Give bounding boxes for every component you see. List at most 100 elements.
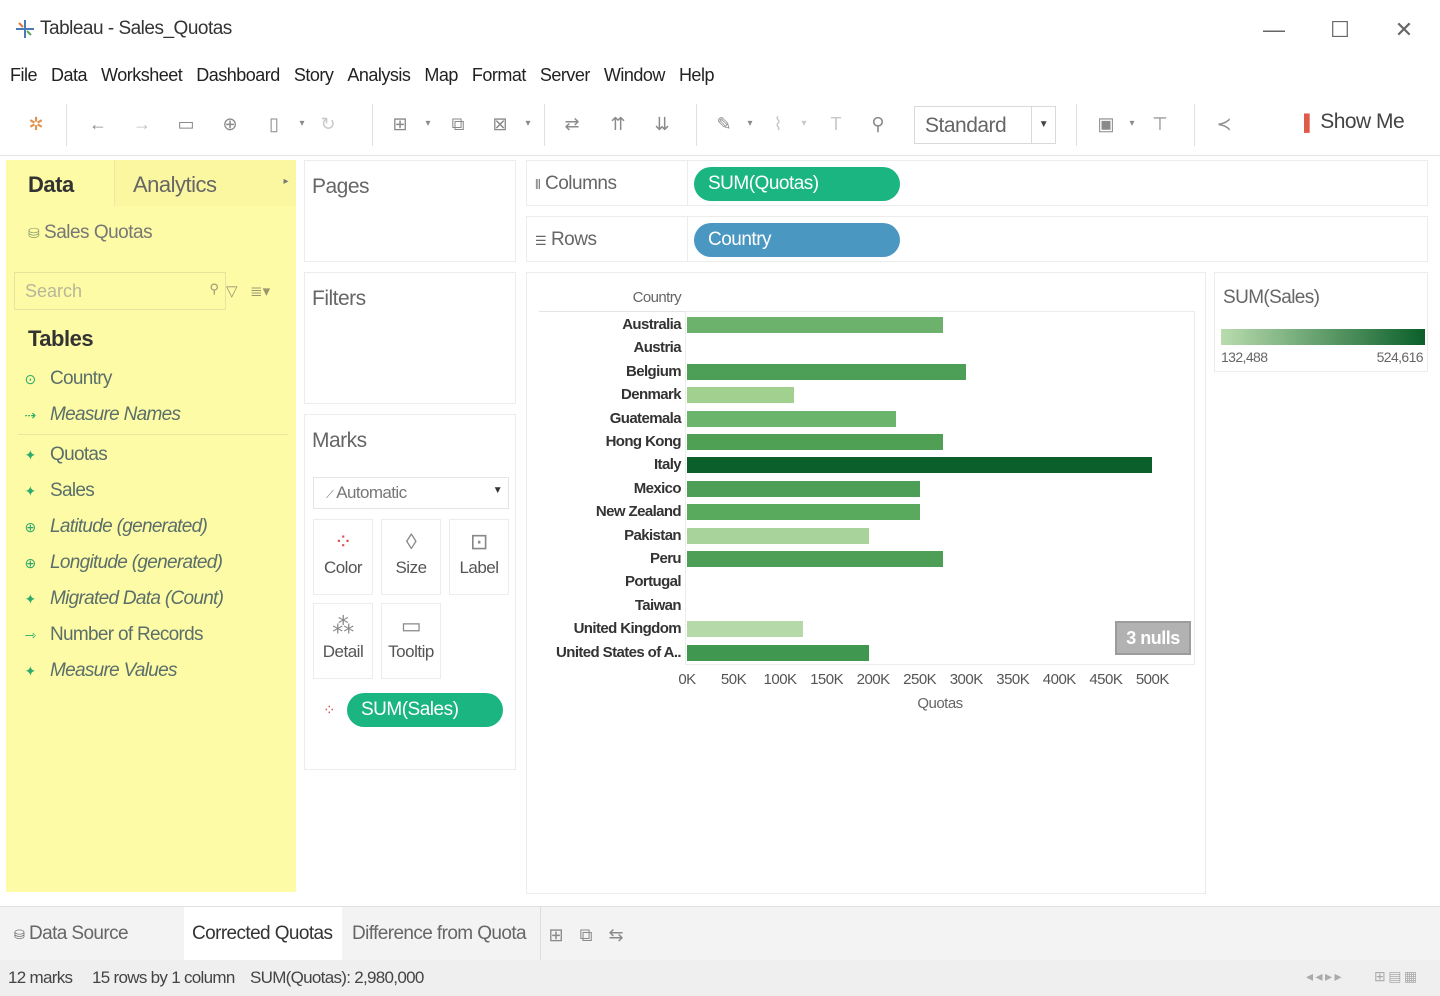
view-options-icon[interactable]: ≣▾ xyxy=(250,282,270,300)
field-migrated-data[interactable]: ✦ Migrated Data (Count) xyxy=(22,588,223,610)
datasource-item[interactable]: ⛁ Sales Quotas xyxy=(28,222,153,244)
field-latitude[interactable]: ⊕ Latitude (generated) xyxy=(22,516,207,538)
sum-quotas-pill[interactable]: SUM(Quotas) xyxy=(694,167,900,201)
color-legend[interactable]: SUM(Sales) 132,488 524,616 xyxy=(1214,272,1428,372)
sheet-nav-icons[interactable]: ◂ ◂ ▸ ▸ xyxy=(1306,968,1342,985)
row-label[interactable]: Austria xyxy=(531,339,682,356)
mark-type-select[interactable]: ⟋ Automatic ▼ xyxy=(313,477,509,509)
nulls-indicator[interactable]: 3 nulls xyxy=(1115,621,1191,655)
undo-icon[interactable]: ← xyxy=(86,112,110,136)
bar[interactable] xyxy=(687,363,967,380)
highlight-icon[interactable]: ✎ xyxy=(712,112,736,136)
row-label[interactable]: Italy xyxy=(531,456,682,473)
chevron-down-icon[interactable]: ▼ xyxy=(1031,107,1055,143)
menu-analysis[interactable]: Analysis xyxy=(347,65,411,86)
swap-icon[interactable]: ⇄ xyxy=(560,112,584,136)
pages-shelf[interactable]: Pages xyxy=(304,160,516,262)
tab-data[interactable]: Data xyxy=(6,160,112,206)
marks-label-button[interactable]: ⊡ Label xyxy=(449,519,509,595)
field-measure-names[interactable]: ⇢ Measure Names xyxy=(22,404,181,426)
row-label[interactable]: Taiwan xyxy=(531,597,682,614)
row-label[interactable]: Peru xyxy=(531,550,682,567)
menu-dashboard[interactable]: Dashboard xyxy=(196,65,280,86)
sort-ascending-icon[interactable]: ⇈ xyxy=(606,112,630,136)
bar[interactable] xyxy=(687,644,869,661)
menu-server[interactable]: Server xyxy=(540,65,591,86)
tab-corrected-quotas[interactable]: Corrected Quotas xyxy=(184,907,342,961)
row-label[interactable]: Hong Kong xyxy=(531,433,682,450)
row-label[interactable]: United Kingdom xyxy=(531,620,682,637)
marks-size-button[interactable]: ◊ Size xyxy=(381,519,441,595)
menu-story[interactable]: Story xyxy=(294,65,334,86)
presentation-icon[interactable]: ⊤ xyxy=(1148,112,1172,136)
menu-data[interactable]: Data xyxy=(51,65,88,86)
new-story-icon[interactable]: ⇆ xyxy=(604,923,628,947)
row-label[interactable]: Denmark xyxy=(531,386,682,403)
tab-data-source[interactable]: ⛁ Data Source xyxy=(6,907,136,961)
field-quotas[interactable]: ✦ Quotas xyxy=(22,444,107,466)
bar[interactable] xyxy=(687,410,897,427)
row-label[interactable]: Belgium xyxy=(531,363,682,380)
bar[interactable] xyxy=(687,457,1153,474)
tab-difference-from-quota[interactable]: Difference from Quota xyxy=(344,907,534,961)
marks-tooltip-button[interactable]: ▭ Tooltip xyxy=(381,603,441,679)
tab-analytics[interactable]: Analytics ▸ xyxy=(114,160,296,206)
chevron-down-icon[interactable]: ▼ xyxy=(493,485,503,496)
new-worksheet-icon[interactable]: ⊞ xyxy=(544,923,568,947)
sum-sales-pill[interactable]: SUM(Sales) xyxy=(347,693,503,727)
search-input[interactable]: Search ⚲ xyxy=(14,272,226,310)
filters-shelf[interactable]: Filters xyxy=(304,272,516,404)
show-me-button[interactable]: ▌ Show Me xyxy=(1304,110,1405,134)
clear-sheet-icon[interactable]: ⊠ xyxy=(488,112,512,136)
highlight-dropdown-icon[interactable]: ▾ xyxy=(738,112,762,136)
share-icon[interactable]: ≺ xyxy=(1212,112,1236,136)
menu-map[interactable]: Map xyxy=(424,65,458,86)
country-pill[interactable]: Country xyxy=(694,223,900,257)
row-label[interactable]: Guatemala xyxy=(531,410,682,427)
bar[interactable] xyxy=(687,527,869,544)
row-label[interactable]: Portugal xyxy=(531,573,682,590)
new-worksheet-dropdown-icon[interactable]: ▾ xyxy=(416,112,440,136)
field-number-of-records[interactable]: ⇾ Number of Records xyxy=(22,624,203,646)
bar[interactable] xyxy=(687,551,943,567)
marks-color-button[interactable]: ⁘ Color xyxy=(313,519,373,595)
pause-dropdown-icon[interactable]: ▾ xyxy=(290,112,314,136)
row-label[interactable]: Pakistan xyxy=(531,527,682,544)
bar[interactable] xyxy=(687,504,920,521)
row-label[interactable]: New Zealand xyxy=(531,503,682,520)
tableau-home-icon[interactable]: ✲ xyxy=(24,112,48,136)
duplicate-icon[interactable]: ⧉ xyxy=(446,112,470,136)
menu-format[interactable]: Format xyxy=(472,65,527,86)
row-label[interactable]: Mexico xyxy=(531,480,682,497)
menu-worksheet[interactable]: Worksheet xyxy=(101,65,183,86)
sort-descending-icon[interactable]: ⇊ xyxy=(650,112,674,136)
cards-dropdown-icon[interactable]: ▾ xyxy=(1120,112,1144,136)
menu-file[interactable]: File xyxy=(10,65,38,86)
field-measure-values[interactable]: ✦ Measure Values xyxy=(22,660,177,682)
bar[interactable] xyxy=(687,317,943,333)
bar[interactable] xyxy=(687,621,804,638)
refresh-icon[interactable]: ↻ xyxy=(316,112,340,136)
new-datasource-icon[interactable]: ⊕ xyxy=(218,112,242,136)
field-longitude[interactable]: ⊕ Longitude (generated) xyxy=(22,552,222,574)
view-mode-icons[interactable]: ⊞ ▤ ▦ xyxy=(1374,968,1417,985)
show-labels-icon[interactable]: T xyxy=(824,112,848,136)
clear-dropdown-icon[interactable]: ▾ xyxy=(516,112,540,136)
row-label[interactable]: United States of A.. xyxy=(531,644,682,661)
marks-detail-button[interactable]: ⁂ Detail xyxy=(313,603,373,679)
new-dashboard-icon[interactable]: ⧉ xyxy=(574,923,598,947)
new-worksheet-icon[interactable]: ⊞ xyxy=(388,112,412,136)
group-dropdown-icon[interactable]: ▾ xyxy=(792,112,816,136)
show-cards-icon[interactable]: ▣ xyxy=(1094,112,1118,136)
menu-window[interactable]: Window xyxy=(604,65,666,86)
fit-select[interactable]: Standard ▼ xyxy=(914,106,1056,144)
filter-icon[interactable]: ▽ xyxy=(226,282,238,300)
field-country[interactable]: ⊙ Country xyxy=(22,368,112,390)
group-icon[interactable]: ⌇ xyxy=(766,112,790,136)
bar[interactable] xyxy=(687,387,795,404)
close-button[interactable]: ✕ xyxy=(1384,14,1424,46)
save-icon[interactable]: ▭ xyxy=(174,112,198,136)
bar[interactable] xyxy=(687,480,920,497)
menu-help[interactable]: Help xyxy=(679,65,715,86)
pause-updates-icon[interactable]: ▯ xyxy=(262,112,286,136)
